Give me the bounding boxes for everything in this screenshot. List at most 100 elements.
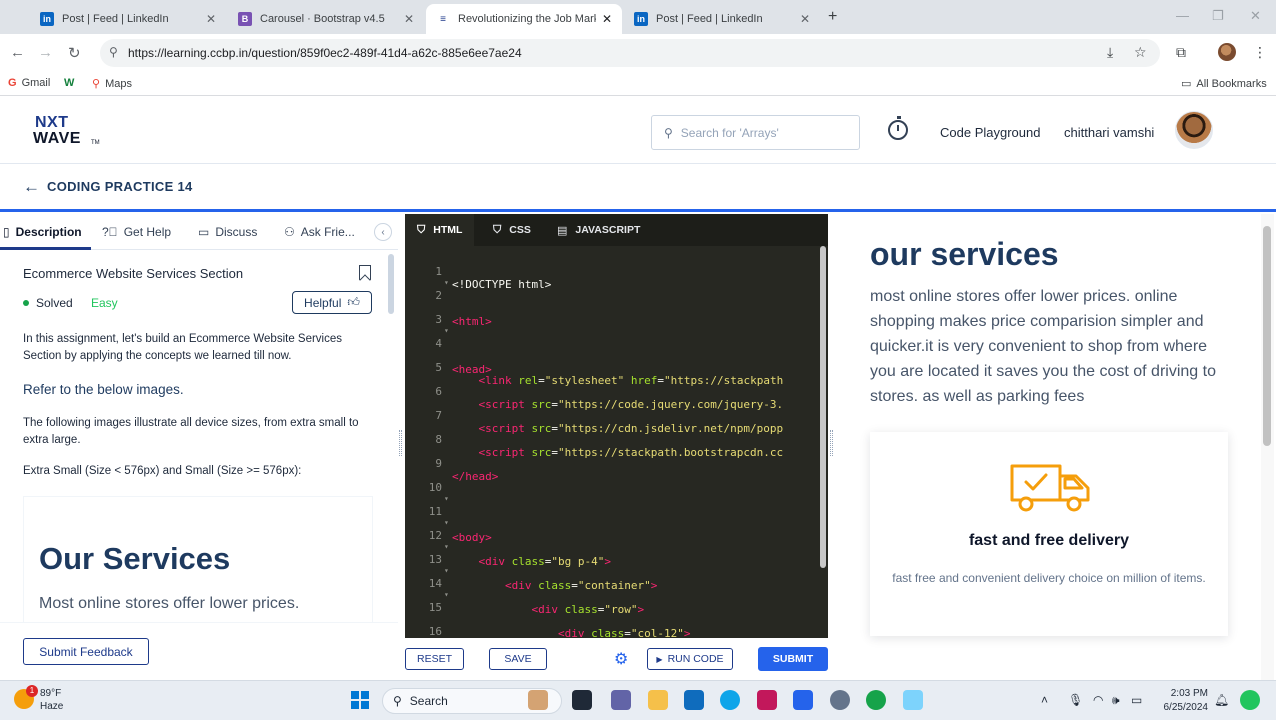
browser-menu-icon[interactable]: ⋮	[1253, 44, 1267, 61]
user-name[interactable]: chitthari vamshi	[1064, 125, 1154, 140]
bookmark-maps[interactable]: ⚲ Maps	[92, 77, 132, 91]
tab-discuss[interactable]: ▭ Discuss	[198, 225, 257, 239]
fold-icon[interactable]: ▾	[444, 590, 449, 599]
window-close-icon[interactable]: ✕	[1250, 8, 1261, 24]
fold-icon[interactable]: ▾	[444, 566, 449, 575]
back-arrow-icon[interactable]: ←	[23, 177, 40, 197]
settings-icon[interactable]	[830, 690, 850, 710]
close-icon[interactable]: ✕	[404, 12, 414, 26]
code-line: 8 <script src="https://stackpath.bootstr…	[405, 420, 828, 459]
mcafee-icon[interactable]	[757, 690, 777, 710]
stopwatch-icon[interactable]	[888, 116, 908, 140]
description-scrollbar[interactable]	[388, 254, 394, 314]
teams-icon[interactable]	[611, 690, 631, 710]
code-line: 10	[405, 468, 828, 494]
delivery-truck-icon	[1010, 464, 1090, 512]
windows-start-icon[interactable]	[351, 691, 369, 709]
bookmark-star-icon[interactable]: ☆	[1134, 44, 1147, 61]
status-badge: Solved	[23, 296, 73, 310]
tab-label: Description	[15, 225, 82, 239]
save-button[interactable]: SAVE	[489, 648, 547, 670]
code-editor[interactable]: ⛉ HTML ⛉ CSS ▤ JAVASCRIPT 1 <!DOCTYPE ht…	[405, 214, 828, 638]
browser-tab-ccbp[interactable]: ≡ Revolutionizing the Job Market ✕	[426, 4, 622, 34]
gear-icon[interactable]: ⚙	[614, 649, 628, 669]
description-paragraph-2: The following images illustrate all devi…	[23, 417, 359, 446]
tab-label: JAVASCRIPT	[575, 224, 641, 236]
reset-button[interactable]: RESET	[405, 648, 464, 670]
new-tab-icon[interactable]: +	[828, 8, 837, 26]
submit-button[interactable]: SUBMIT	[758, 647, 828, 671]
url-field[interactable]: ⚲ https://learning.ccbp.in/question/859f…	[100, 39, 1160, 67]
submit-feedback-button[interactable]: Submit Feedback	[23, 638, 149, 665]
fold-icon[interactable]: ▾	[444, 494, 449, 503]
battery-icon[interactable]: ▭	[1131, 693, 1142, 707]
editor-toolbar: RESET SAVE ⚙ ▶ RUN CODE SUBMIT	[405, 638, 828, 680]
bookmark-w[interactable]: W	[64, 77, 79, 89]
code-playground-link[interactable]: Code Playground	[940, 125, 1040, 140]
tab-html[interactable]: ⛉ HTML	[405, 214, 475, 246]
editor-scrollbar[interactable]	[820, 246, 826, 568]
tab-get-help[interactable]: ?⃝ Get Help	[102, 225, 171, 239]
help-icon: ?⃝	[102, 225, 118, 239]
extensions-icon[interactable]: ⧉	[1176, 44, 1186, 61]
volume-icon[interactable]: 🕪︎	[1112, 693, 1120, 708]
all-bookmarks[interactable]: ▭ All Bookmarks	[1181, 77, 1267, 91]
site-info-icon[interactable]: ⚲	[109, 45, 118, 59]
back-arrow-icon[interactable]: ←	[10, 44, 25, 61]
wifi-icon[interactable]: ◠	[1093, 693, 1103, 707]
fold-icon[interactable]: ▾	[444, 326, 449, 335]
system-clock[interactable]: 2:03 PM 6/25/2024	[1152, 687, 1209, 715]
helpful-button[interactable]: Helpful 👍︎	[292, 291, 372, 314]
install-app-icon[interactable]: ⤓	[1107, 44, 1113, 61]
output-scrollbar[interactable]	[1263, 226, 1271, 446]
browser-tab-linkedin-1[interactable]: in Post | Feed | LinkedIn ✕	[30, 4, 226, 34]
maximize-icon[interactable]: ❐	[1212, 8, 1224, 24]
bookmark-gmail[interactable]: G Gmail	[8, 77, 50, 89]
code-line: 5 <link rel="stylesheet" href="https://s…	[405, 348, 828, 387]
microphone-icon[interactable]: 🎙︎	[1068, 693, 1083, 707]
tab-javascript[interactable]: ▤ JAVASCRIPT	[545, 214, 652, 246]
tab-description[interactable]: ▯ Description	[3, 225, 82, 239]
store-icon[interactable]	[684, 690, 704, 710]
chevron-up-icon[interactable]: ˄	[1041, 693, 1048, 707]
vscode-icon[interactable]	[793, 690, 813, 710]
card-text: fast free and convenient delivery choice…	[892, 571, 1206, 585]
user-avatar[interactable]	[1175, 111, 1213, 149]
code-line: 4 ▾ <head>	[405, 324, 828, 376]
edge-icon[interactable]	[720, 690, 740, 710]
tab-ask-friends[interactable]: ⚇ Ask Frie...	[284, 225, 355, 239]
preview-text: Most online stores offer lower prices.	[39, 595, 300, 612]
run-code-button[interactable]: ▶ RUN CODE	[647, 648, 733, 670]
tab-css[interactable]: ⛉ CSS	[481, 214, 543, 246]
nxtwave-logo[interactable]: NXT WAVE TM	[33, 114, 103, 148]
task-view-icon[interactable]	[572, 690, 592, 710]
browser-profile-avatar[interactable]	[1218, 43, 1236, 61]
left-splitter-handle[interactable]	[399, 430, 402, 456]
forward-arrow-icon[interactable]: →	[38, 44, 53, 61]
fold-icon[interactable]: ▾	[444, 542, 449, 551]
code-line: 12 ▾ <div class="bg p-4">	[405, 516, 828, 568]
tab-title: Post | Feed | LinkedIn	[656, 13, 763, 25]
browser-tab-linkedin-2[interactable]: in Post | Feed | LinkedIn ✕	[624, 4, 820, 34]
notification-bell-icon[interactable]: 🔔︎	[1214, 693, 1229, 707]
copilot-icon[interactable]	[1240, 690, 1260, 710]
close-icon[interactable]: ✕	[800, 12, 810, 26]
site-search-input[interactable]: ⚲ Search for 'Arrays'	[651, 115, 860, 150]
all-bookmarks-label: All Bookmarks	[1196, 77, 1267, 90]
fold-icon[interactable]: ▾	[444, 518, 449, 527]
minimize-icon[interactable]: —	[1176, 8, 1189, 23]
close-icon[interactable]: ✕	[206, 12, 216, 26]
thumbs-up-icon: 👍︎	[347, 295, 360, 309]
right-splitter-handle[interactable]	[830, 430, 833, 456]
fold-icon[interactable]: ▾	[444, 278, 449, 287]
chevron-left-icon[interactable]: ‹	[374, 223, 392, 241]
close-icon[interactable]: ✕	[602, 12, 612, 26]
chrome-icon[interactable]	[866, 690, 886, 710]
snipping-tool-icon[interactable]	[903, 690, 923, 710]
file-explorer-icon[interactable]	[648, 690, 668, 710]
browser-tab-bootstrap[interactable]: B Carousel · Bootstrap v4.5 ✕	[228, 4, 424, 34]
bookmark-icon[interactable]	[359, 265, 371, 280]
code-line: 1 <!DOCTYPE html>	[405, 252, 828, 291]
search-highlight-icon	[528, 690, 548, 710]
reload-icon[interactable]: ↻	[68, 44, 81, 62]
